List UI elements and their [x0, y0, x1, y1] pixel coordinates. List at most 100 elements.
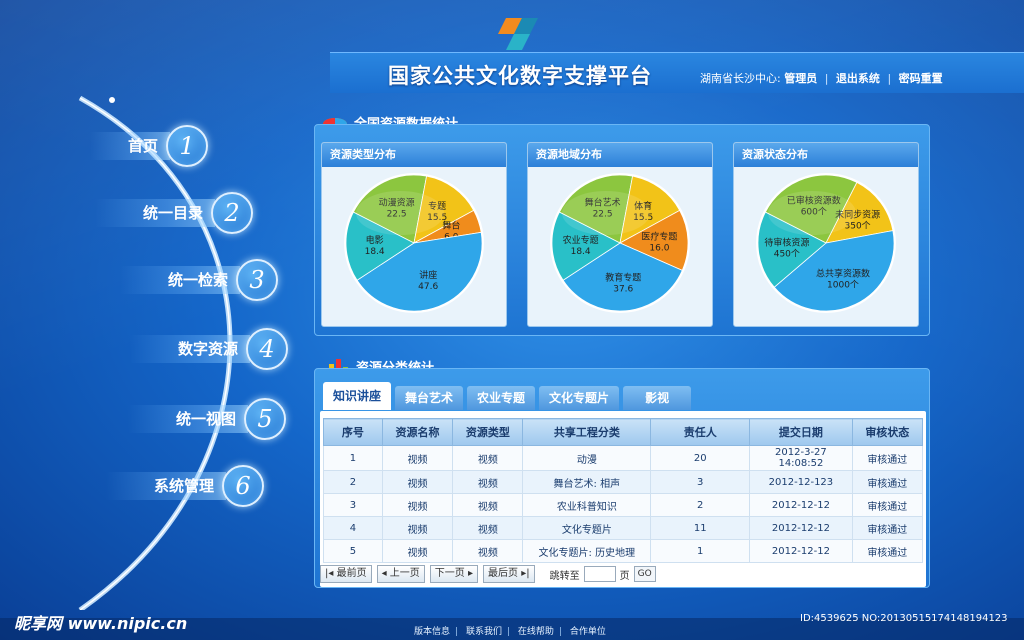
column-header[interactable]: 资源名称 [381, 418, 454, 446]
pie-slice-value: 37.6 [613, 284, 633, 294]
pie-slice-value: 47.6 [418, 282, 438, 292]
table-cell: 视频 [452, 470, 524, 494]
table-cell: 视频 [381, 516, 454, 540]
go-button[interactable]: GO [633, 566, 656, 582]
tab-knowledge-lecture[interactable]: 知识讲座 [323, 382, 392, 410]
location-label: 湖南省长沙中心: [700, 72, 781, 85]
logout-link[interactable]: 退出系统 [836, 72, 880, 85]
table-cell: 20 [650, 445, 751, 471]
nav-item-search[interactable]: 统一检索 3 [120, 259, 278, 301]
table-row[interactable]: 2 视频 视频 舞台艺术: 相声 3 2012-12-123 审核通过 [323, 470, 924, 494]
nav-label: 系统管理 [106, 472, 226, 500]
pie-slice-value: 450个 [774, 249, 800, 260]
nav-number-badge: 4 [246, 328, 288, 370]
column-header[interactable]: 审核状态 [851, 418, 924, 446]
table-cell: 2012-12-123 [749, 470, 853, 494]
button-label: 下一页 [434, 568, 465, 579]
column-header[interactable]: 提交日期 [749, 418, 853, 446]
status-distribution-card: 资源状态分布 已审核资源数 600个 未同步资源 350个 总共享资源数 1000个 待审核… [733, 142, 919, 327]
resource-table-container: 序号 资源名称 资源类型 共享工程分类 责任人 提交日期 审核状态 1 视频 视… [320, 411, 926, 587]
admin-link[interactable]: 管理员 [784, 72, 817, 85]
footer-link-partners[interactable]: 合作单位 [570, 627, 606, 637]
nav-number-badge: 5 [244, 398, 286, 440]
page-unit-label: 页 [619, 570, 630, 582]
footer-link-help[interactable]: 在线帮助 [518, 627, 554, 637]
table-cell: 文化专题片 [522, 516, 652, 540]
site-title: 国家公共文化数字支撑平台 [388, 64, 652, 88]
table-cell: 3 [323, 493, 383, 517]
table-cell: 1 [650, 539, 751, 563]
table-cell: 审核通过 [851, 470, 924, 494]
pie-slice-value: 1000个 [827, 280, 859, 291]
tab-cultural-documentary[interactable]: 文化专题片 [539, 386, 620, 410]
pie-slice-label: 医疗专题 [641, 230, 677, 242]
watermark-right: ID:4539625 NO:20130515174148194123 [800, 613, 1008, 624]
logo-icon [498, 18, 538, 50]
pie-slice-label: 农业专题 [563, 234, 599, 246]
card-title: 资源状态分布 [734, 143, 918, 167]
tab-stage-art[interactable]: 舞台艺术 [395, 386, 464, 410]
pagination: |◂ 最前页 ◂ 上一页 下一页 ▸ 最后页 ▸| 跳转至 页 GO [320, 565, 656, 583]
button-label: 最后页 [488, 568, 519, 579]
pie-highlight [356, 191, 444, 235]
jump-label: 跳转至 [549, 570, 580, 582]
last-page-icon: ▸| [521, 568, 530, 579]
prev-page-button[interactable]: ◂ 上一页 [376, 565, 425, 583]
footer-links: 版本信息 | 联系我们 | 在线帮助 | 合作单位 [414, 624, 606, 637]
table-row[interactable]: 5 视频 视频 文化专题片: 历史地理 1 2012-12-12 审核通过 [323, 539, 924, 563]
button-label: 上一页 [389, 568, 420, 579]
column-header[interactable]: 共享工程分类 [522, 418, 652, 446]
table-cell: 农业科普知识 [522, 493, 652, 517]
table-cell: 审核通过 [851, 445, 924, 471]
nav-label: 统一视图 [128, 405, 248, 433]
nav-item-unified-view[interactable]: 统一视图 5 [128, 398, 286, 440]
nav-item-digital-resources[interactable]: 数字资源 4 [130, 328, 288, 370]
page-number-input[interactable] [583, 566, 616, 582]
column-header[interactable]: 资源类型 [452, 418, 524, 446]
table-cell: 2012-3-27 14:08:52 [749, 445, 853, 471]
status-distribution-pie-chart: 已审核资源数600个 未同步资源350个总共享资源数1000个待审核资源450个 [756, 173, 896, 313]
table-row[interactable]: 1 视频 视频 动漫 20 2012-3-27 14:08:52 审核通过 [323, 445, 924, 471]
table-cell: 视频 [381, 470, 454, 494]
table-cell: 2012-12-12 [749, 539, 853, 563]
pie-slice-value: 18.4 [365, 247, 385, 257]
region-distribution-pie-chart: 舞台艺术22.5体育15.5医疗专题16.0教育专题37.6农业专题18.4 [550, 173, 690, 313]
table-row[interactable]: 3 视频 视频 农业科普知识 2 2012-12-12 审核通过 [323, 493, 924, 517]
nav-label: 数字资源 [130, 335, 250, 363]
footer-link-version[interactable]: 版本信息 [414, 627, 450, 637]
table-cell: 2012-12-12 [749, 516, 853, 540]
next-page-button[interactable]: 下一页 ▸ [429, 565, 479, 583]
resource-table: 序号 资源名称 资源类型 共享工程分类 责任人 提交日期 审核状态 1 视频 视… [323, 418, 924, 563]
pie-slice-value: 16.0 [649, 243, 669, 253]
reset-password-link[interactable]: 密码重置 [899, 72, 943, 85]
type-distribution-pie-chart: 动漫资源22.5专题15.5舞台6.0讲座47.6电影18.4 [344, 173, 484, 313]
tab-film[interactable]: 影视 [623, 386, 692, 410]
footer-separator: | [506, 627, 510, 637]
card-title: 资源类型分布 [322, 143, 506, 167]
table-cell: 1 [323, 445, 383, 471]
pie-slice-label: 教育专题 [605, 271, 641, 283]
first-page-button[interactable]: |◂ 最前页 [320, 565, 372, 583]
table-cell: 4 [323, 516, 383, 540]
table-cell: 2 [650, 493, 751, 517]
nav-item-home[interactable]: 首页 1 [90, 125, 208, 167]
watermark-left: 昵享网 www.nipic.cn [14, 614, 188, 633]
pie-highlight [768, 191, 856, 235]
footer-link-contact[interactable]: 联系我们 [466, 627, 502, 637]
footer-separator: | [558, 627, 562, 637]
table-row[interactable]: 4 视频 视频 文化专题片 11 2012-12-12 审核通过 [323, 516, 924, 540]
column-header[interactable]: 责任人 [650, 418, 751, 446]
column-header[interactable]: 序号 [323, 418, 383, 446]
top-links: 湖南省长沙中心: 管理员 | 退出系统 | 密码重置 [700, 70, 943, 86]
table-cell: 视频 [452, 445, 524, 471]
table-cell: 视频 [381, 539, 454, 563]
tab-agriculture[interactable]: 农业专题 [467, 386, 536, 410]
type-distribution-card: 资源类型分布 动漫资源22.5专题15.5舞台6.0讲座47.6电影18.4 [321, 142, 507, 327]
table-cell: 2012-12-12 [749, 493, 853, 517]
last-page-button[interactable]: 最后页 ▸| [483, 565, 535, 583]
nav-item-catalog[interactable]: 统一目录 2 [95, 192, 253, 234]
nav-number-badge: 3 [236, 259, 278, 301]
table-cell: 审核通过 [851, 516, 924, 540]
nav-item-system-admin[interactable]: 系统管理 6 [106, 465, 264, 507]
nav-number-badge: 1 [166, 125, 208, 167]
